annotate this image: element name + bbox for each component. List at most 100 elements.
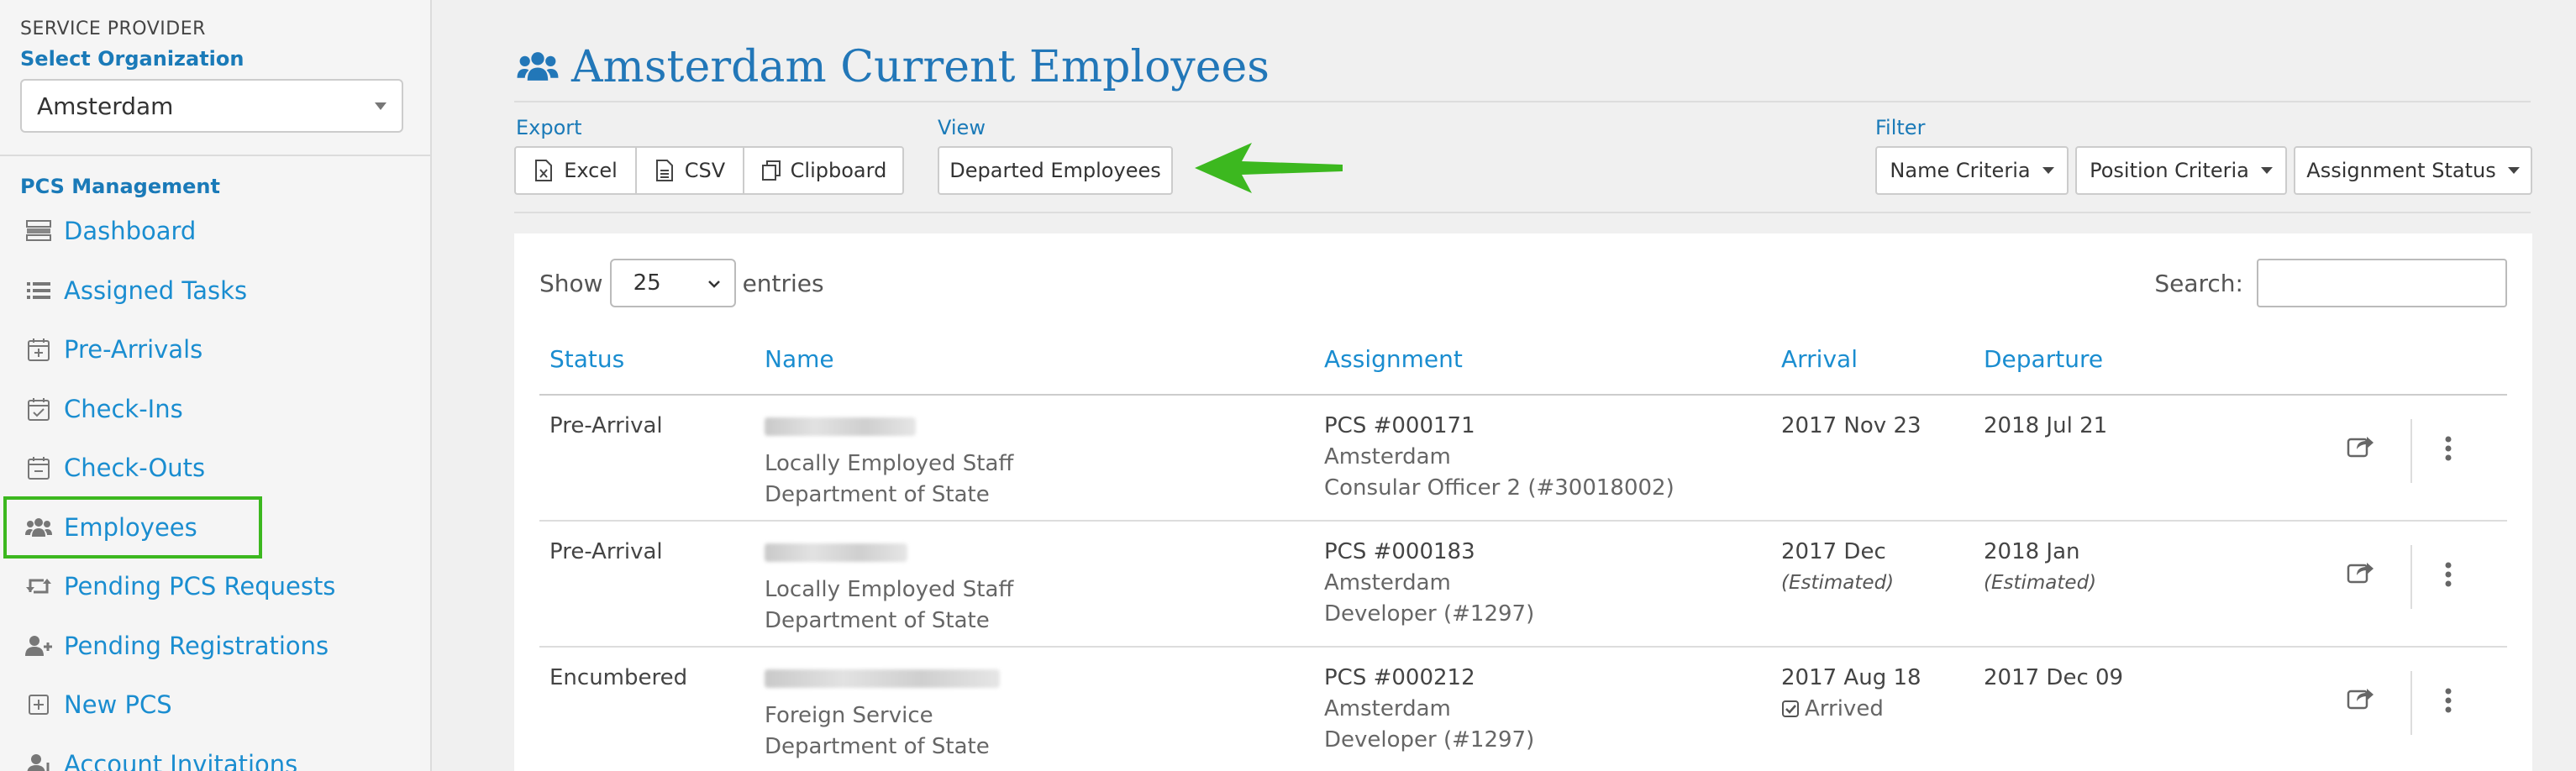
position-name: Consular Officer 2 (#30018002) <box>1324 475 1674 501</box>
sidebar-item-check-outs[interactable]: Check-Outs <box>0 438 430 498</box>
redacted-name <box>765 543 907 562</box>
sidebar-item-new-pcs[interactable]: New PCS <box>0 675 430 735</box>
share-icon[interactable] <box>2347 684 2375 710</box>
copy-icon <box>760 160 781 181</box>
sidebar-item-pre-arrivals[interactable]: Pre-Arrivals <box>0 320 430 380</box>
assignment-status-dropdown[interactable]: Assignment Status <box>2294 146 2532 195</box>
file-text-icon <box>655 160 675 181</box>
assignment-status-label: Assignment Status <box>2306 159 2496 182</box>
share-icon[interactable] <box>2347 433 2375 458</box>
assignment-cell: PCS #000183 Amsterdam Developer (#1297) <box>1314 521 1771 648</box>
departure-cell: 2018 Jul 21 <box>1974 395 2320 522</box>
sidebar-item-account-invitations[interactable]: Account Invitations <box>0 735 430 771</box>
sidebar-item-label: New PCS <box>64 690 172 720</box>
redacted-name <box>765 417 916 436</box>
sidebar-item-employees[interactable]: Employees <box>3 496 262 559</box>
name-criteria-label: Name Criteria <box>1890 159 2031 182</box>
arrival-date: 2017 Nov 23 <box>1781 413 1921 438</box>
name-criteria-dropdown[interactable]: Name Criteria <box>1875 146 2069 195</box>
sidebar-item-dashboard[interactable]: Dashboard <box>0 202 430 261</box>
users-icon <box>24 512 54 543</box>
calendar-plus-icon <box>24 334 54 365</box>
check-square-icon <box>1782 700 1799 717</box>
assignment-cell: PCS #000171 Amsterdam Consular Officer 2… <box>1314 395 1771 522</box>
export-excel-label: Excel <box>564 159 618 182</box>
sidebar-divider <box>0 155 430 156</box>
search-input[interactable] <box>2257 259 2507 307</box>
select-organization-label: Select Organization <box>20 47 244 71</box>
export-clipboard-button[interactable]: Clipboard <box>743 146 904 195</box>
position-name: Developer (#1297) <box>1324 601 1535 627</box>
sidebar: SERVICE PROVIDER Select Organization Ams… <box>0 0 432 771</box>
column-header-arrival[interactable]: Arrival <box>1771 324 1974 396</box>
show-label: Show <box>539 269 603 297</box>
post-name: Amsterdam <box>1324 696 1451 721</box>
post-name: Amsterdam <box>1324 570 1451 595</box>
position-criteria-dropdown[interactable]: Position Criteria <box>2075 146 2287 195</box>
filter-label: Filter <box>1875 116 1926 139</box>
column-header-departure[interactable]: Departure <box>1974 324 2320 396</box>
name-cell: Foreign Service Department of State <box>754 647 1314 771</box>
employees-table: Status Name Assignment Arrival Departure… <box>539 324 2507 771</box>
sidebar-nav: Dashboard Assigned Tasks Pre-Arrivals Ch… <box>0 202 430 771</box>
main-content: Amsterdam Current Employees Export Excel… <box>432 0 2576 771</box>
more-vertical-icon[interactable] <box>2444 436 2452 461</box>
departure-date: 2018 Jan <box>1984 539 2080 564</box>
sidebar-item-label: Check-Ins <box>64 394 183 423</box>
organization-select[interactable]: Amsterdam <box>20 79 403 133</box>
more-vertical-icon[interactable] <box>2444 688 2452 713</box>
page-header: Amsterdam Current Employees <box>516 42 1270 92</box>
sidebar-item-assigned-tasks[interactable]: Assigned Tasks <box>0 261 430 321</box>
export-excel-button[interactable]: Excel <box>514 146 637 195</box>
sidebar-item-pending-registrations[interactable]: Pending Registrations <box>0 616 430 676</box>
caret-down-icon <box>2042 167 2054 174</box>
position-criteria-label: Position Criteria <box>2090 159 2249 182</box>
pcs-number: PCS #000212 <box>1324 665 1475 690</box>
caret-down-icon <box>375 102 386 110</box>
title-divider <box>514 101 2531 102</box>
arrival-cell: 2017 Aug 18 Arrived <box>1771 647 1974 771</box>
plus-square-icon <box>24 690 54 720</box>
pcs-number: PCS #000183 <box>1324 539 1475 564</box>
employment-type: Locally Employed Staff <box>765 451 1014 476</box>
entries-label: entries <box>742 269 824 297</box>
status-cell: Pre-Arrival <box>539 521 754 648</box>
table-row: Encumbered Foreign Service Department of… <box>539 647 2507 771</box>
file-excel-icon <box>534 160 554 181</box>
export-csv-label: CSV <box>684 159 726 182</box>
share-icon[interactable] <box>2347 559 2375 584</box>
list-icon <box>24 275 54 306</box>
more-vertical-icon[interactable] <box>2444 562 2452 587</box>
export-csv-button[interactable]: CSV <box>635 146 744 195</box>
table-row: Pre-Arrival Locally Employed Staff Depar… <box>539 521 2507 648</box>
arrow-left-icon <box>1195 143 1343 193</box>
actions-divider <box>2410 671 2412 735</box>
sidebar-item-label: Account Invitations <box>64 749 298 771</box>
sidebar-item-check-ins[interactable]: Check-Ins <box>0 380 430 439</box>
column-header-name[interactable]: Name <box>754 324 1314 396</box>
entries-select-value: 25 <box>633 270 661 296</box>
caret-down-icon <box>2507 167 2520 174</box>
actions-divider <box>2410 545 2412 609</box>
page-length-control: Show 25 entries <box>539 259 824 307</box>
service-provider-label: SERVICE PROVIDER <box>20 18 206 39</box>
sidebar-item-pending-pcs-requests[interactable]: Pending PCS Requests <box>0 557 430 616</box>
pcs-number: PCS #000171 <box>1324 413 1475 438</box>
arrival-status: Arrived <box>1781 694 1974 725</box>
column-header-assignment[interactable]: Assignment <box>1314 324 1771 396</box>
actions-divider <box>2410 419 2412 483</box>
actions-cell <box>2320 395 2507 522</box>
chevron-down-icon <box>707 281 720 288</box>
calendar-minus-icon <box>24 453 54 483</box>
sidebar-item-label: Pending PCS Requests <box>64 572 336 601</box>
entries-select[interactable]: 25 <box>609 259 736 307</box>
departed-employees-button[interactable]: Departed Employees <box>938 146 1173 195</box>
caret-down-icon <box>2260 167 2273 174</box>
organization-select-value: Amsterdam <box>37 92 174 120</box>
column-header-status[interactable]: Status <box>539 324 754 396</box>
arrival-estimated-note: (Estimated) <box>1781 572 1895 594</box>
departure-cell: 2017 Dec 09 <box>1974 647 2320 771</box>
redacted-name <box>765 669 1000 688</box>
table-search: Search: <box>2154 259 2507 307</box>
name-cell: Locally Employed Staff Department of Sta… <box>754 395 1314 522</box>
